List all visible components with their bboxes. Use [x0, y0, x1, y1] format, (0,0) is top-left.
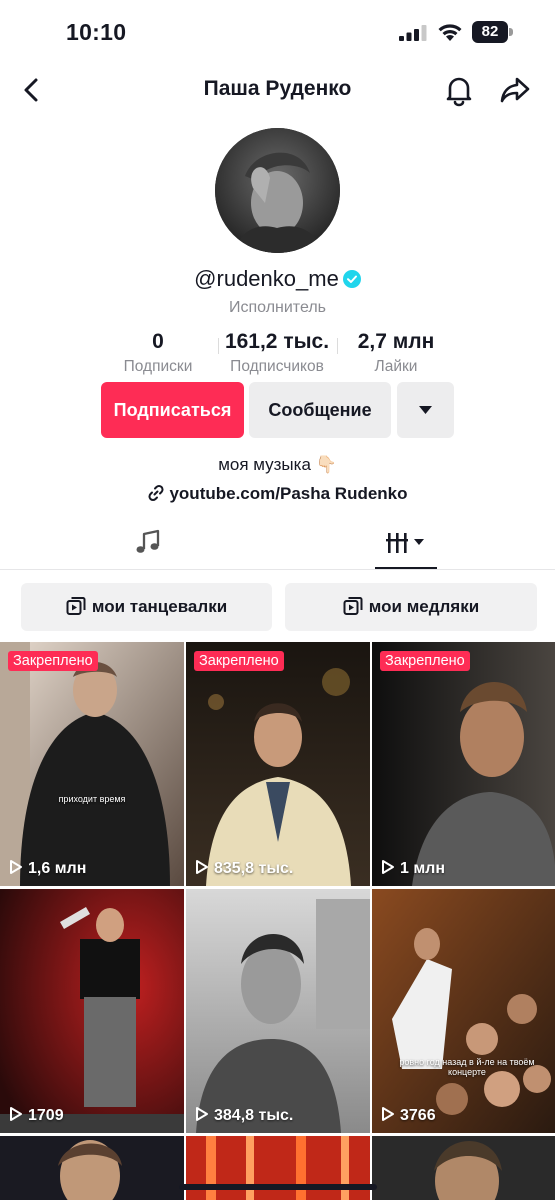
view-count-text: 384,8 тыс.: [214, 1107, 294, 1124]
home-indicator[interactable]: [179, 1184, 377, 1190]
video-tile[interactable]: [372, 1136, 555, 1200]
follow-button[interactable]: Подписаться: [101, 382, 244, 438]
stat-value: 2,7 млн: [357, 330, 435, 353]
video-tile[interactable]: ровно год назад в й-ле на твоём концерте…: [372, 889, 555, 1133]
profile-category: Исполнитель: [228, 299, 326, 316]
video-tile[interactable]: [186, 1136, 370, 1200]
videos-grid-icon: [386, 533, 424, 553]
playlist-icon: [66, 597, 86, 615]
stat-label: Подписчиков: [230, 358, 324, 375]
playlist-label: мои медляки: [368, 597, 480, 616]
playlist-slow[interactable]: мои медляки: [285, 583, 537, 631]
profile-link-text: youtube.com/Pasha Rudenko: [169, 484, 408, 503]
stat-following[interactable]: 0 Подписки: [110, 330, 206, 376]
video-tile[interactable]: Закреплено 835,8 тыс.: [186, 642, 370, 886]
music-note-icon[interactable]: [133, 528, 163, 558]
battery-icon: 82: [472, 21, 514, 43]
view-count-text: 1 млн: [400, 860, 446, 877]
stat-likes[interactable]: 2,7 млн Лайки: [346, 330, 446, 376]
play-icon: [382, 1107, 394, 1121]
pinned-badge: Закреплено: [8, 651, 98, 671]
video-tile[interactable]: Закреплено 1 млн: [372, 642, 555, 886]
stat-divider: [337, 338, 338, 354]
view-count: 3766: [380, 1106, 436, 1125]
verified-badge-icon: [342, 270, 361, 289]
play-icon: [382, 860, 394, 874]
play-icon: [196, 1107, 208, 1121]
cellular-signal-icon: [399, 25, 427, 41]
video-tile[interactable]: 384,8 тыс.: [186, 889, 370, 1133]
username: @rudenko_me: [194, 266, 339, 292]
stat-followers[interactable]: 161,2 тыс. Подписчиков: [214, 330, 340, 376]
view-count: 835,8 тыс.: [194, 859, 293, 878]
playlist-label: мои танцевалки: [91, 597, 228, 616]
view-count-text: 1709: [28, 1107, 64, 1124]
status-time: 10:10: [66, 19, 127, 45]
bell-icon[interactable]: [441, 72, 477, 108]
playlist-icon: [343, 597, 363, 615]
top-nav: Паша Руденко: [0, 66, 555, 114]
view-count-text: 1,6 млн: [28, 860, 87, 877]
wifi-icon: [438, 24, 462, 41]
caret-down-icon: [419, 406, 432, 414]
play-icon: [10, 1107, 22, 1121]
profile-bio: моя музыка 👇🏻: [218, 455, 337, 474]
view-count: 1,6 млн: [8, 859, 86, 878]
profile-link[interactable]: youtube.com/Pasha Rudenko: [0, 484, 555, 504]
stat-value: 0: [152, 330, 164, 353]
username-row: @rudenko_me: [0, 265, 555, 292]
tab-videos[interactable]: [375, 520, 437, 569]
video-tile[interactable]: [0, 1136, 184, 1200]
share-icon[interactable]: [497, 72, 533, 108]
battery-level: 82: [472, 21, 508, 43]
pinned-badge: Закреплено: [194, 651, 284, 671]
stat-label: Подписки: [123, 358, 193, 375]
link-icon: [148, 484, 164, 502]
video-tile[interactable]: приходит время Закреплено 1,6 млн: [0, 642, 184, 886]
video-caption: ровно год назад в й-ле на твоём концерте: [399, 1057, 535, 1077]
message-button[interactable]: Сообщение: [249, 382, 391, 438]
stat-label: Лайки: [374, 358, 418, 375]
playlist-dance[interactable]: мои танцевалки: [21, 583, 272, 631]
view-count: 384,8 тыс.: [194, 1106, 293, 1125]
play-icon: [10, 860, 22, 874]
avatar[interactable]: [215, 128, 340, 253]
profile-stats: 0 Подписки 161,2 тыс. Подписчиков 2,7 мл…: [0, 330, 555, 380]
view-count-text: 3766: [400, 1107, 436, 1124]
pinned-badge: Закреплено: [380, 651, 470, 671]
view-count: 1 млн: [380, 859, 445, 878]
video-caption: приходит время: [58, 794, 126, 804]
video-tile[interactable]: 1709: [0, 889, 184, 1133]
more-options-button[interactable]: [397, 382, 454, 438]
view-count: 1709: [8, 1106, 64, 1125]
stat-value: 161,2 тыс.: [224, 330, 330, 353]
view-count-text: 835,8 тыс.: [214, 860, 294, 877]
content-tabs: [0, 520, 555, 570]
play-icon: [196, 860, 208, 874]
status-bar: 10:10 82: [0, 0, 555, 66]
